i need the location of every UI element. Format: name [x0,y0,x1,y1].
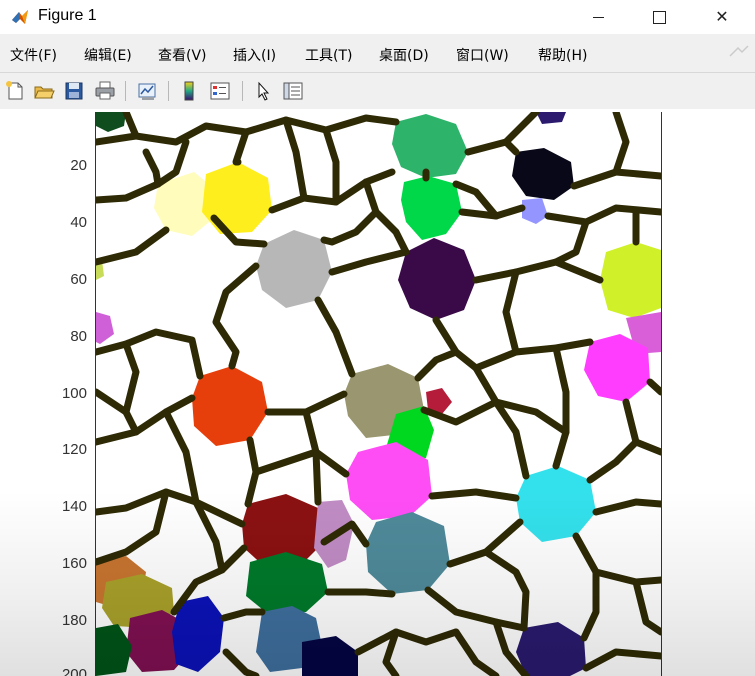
menu-help[interactable]: 帮助(H) [538,45,587,65]
property-inspector-icon[interactable] [282,80,304,102]
close-icon: ✕ [715,9,729,26]
menu-view[interactable]: 查看(V) [158,45,207,65]
print-icon[interactable] [94,80,116,102]
y-tick-label: 160 [61,555,87,572]
y-tick-label: 60 [70,271,87,288]
link-plot-icon[interactable] [136,80,158,102]
maximize-button[interactable] [636,0,682,34]
open-file-icon[interactable] [33,80,55,102]
title-bar: Figure 1 ✕ [0,0,755,34]
menu-insert[interactable]: 插入(I) [233,45,276,65]
pointer-icon[interactable] [253,80,275,102]
close-button[interactable]: ✕ [699,0,745,34]
y-tick-label: 180 [61,612,87,629]
segmentation-image [96,112,661,676]
maximize-icon [652,10,666,24]
y-tick-label: 40 [70,214,87,231]
window-title: Figure 1 [38,7,97,24]
toolbar [0,72,755,110]
matlab-logo-icon [12,10,28,24]
legend-icon[interactable] [209,80,231,102]
y-tick-label: 140 [61,498,87,515]
menu-desktop[interactable]: 桌面(D) [379,45,429,65]
y-tick-label: 20 [70,157,87,174]
menu-bar: 文件(F) 编辑(E) 查看(V) 插入(I) 工具(T) 桌面(D) 窗口(W… [0,38,755,68]
minimize-button[interactable] [575,0,621,34]
undock-icon[interactable] [728,44,750,58]
y-tick-label: 100 [61,385,87,402]
toolbar-separator [168,81,169,101]
menu-file[interactable]: 文件(F) [10,45,57,65]
y-tick-label: 200 [61,666,87,676]
save-icon[interactable] [63,80,85,102]
plot-axes[interactable] [95,112,662,676]
minimize-icon [592,16,604,18]
y-tick-label: 80 [70,328,87,345]
figure-window: Figure 1 ✕ 文件(F) 编辑(E) 查看(V) 插入(I) 工具(T)… [0,0,755,676]
new-figure-icon[interactable] [4,80,26,102]
toolbar-separator [242,81,243,101]
menu-window[interactable]: 窗口(W) [456,45,509,65]
toolbar-separator [125,81,126,101]
menu-tools[interactable]: 工具(T) [305,45,352,65]
colorbar-icon[interactable] [178,80,200,102]
menu-edit[interactable]: 编辑(E) [84,45,132,65]
y-tick-label: 120 [61,441,87,458]
